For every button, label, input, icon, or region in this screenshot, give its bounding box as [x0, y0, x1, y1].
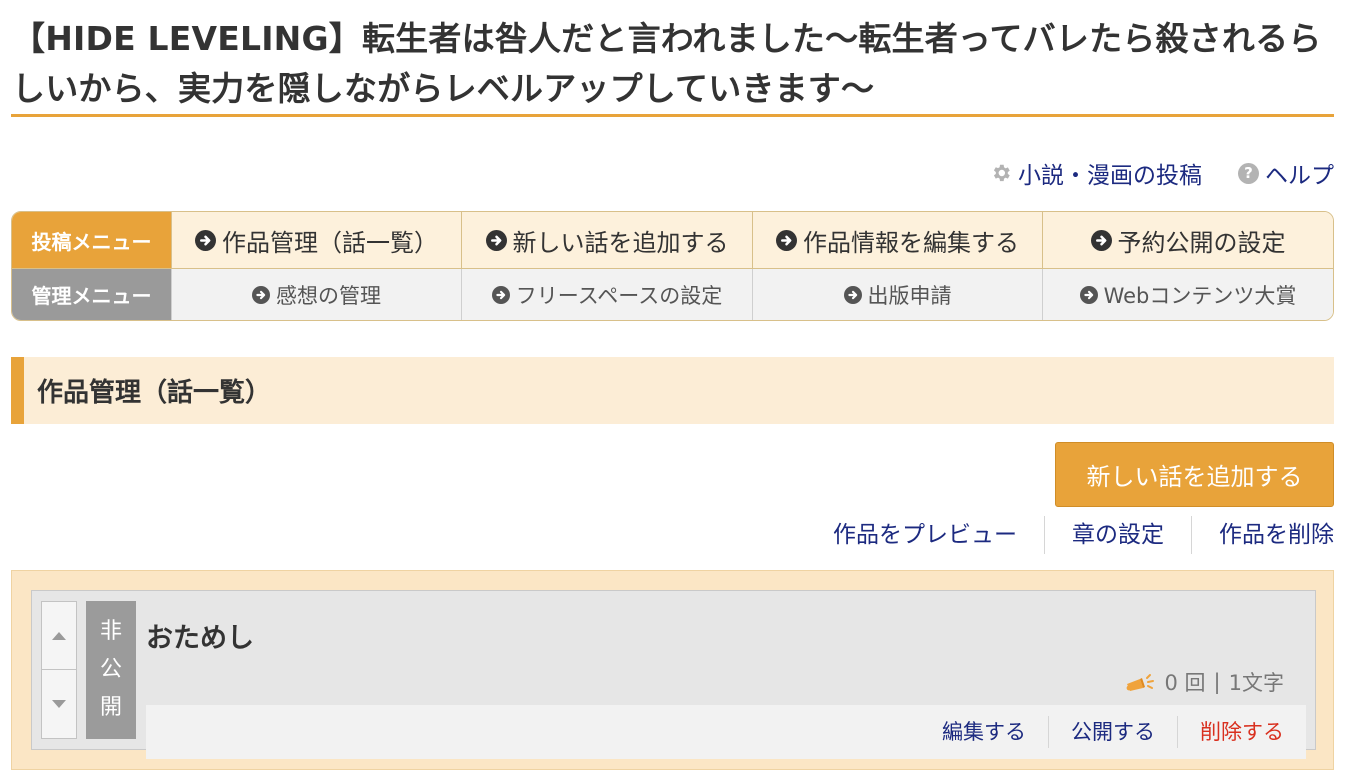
episode-list: 非 公 開 おためし 0 回 | 1文字 編集する 公開する 削除する — [11, 570, 1334, 770]
reorder-control — [41, 601, 77, 739]
menu-publication-request[interactable]: 出版申請 — [752, 269, 1042, 320]
move-up-button[interactable] — [42, 602, 76, 670]
episode-item: 非 公 開 おためし 0 回 | 1文字 編集する 公開する 削除する — [31, 590, 1316, 759]
title-underline — [11, 114, 1334, 117]
post-menu-row: 投稿メニュー 作品管理（話一覧） 新しい話を追加する 作品情報を編集する 予約公… — [12, 212, 1333, 269]
work-action-links: 作品をプレビュー 章の設定 作品を削除 — [806, 516, 1334, 554]
post-novel-manga-link[interactable]: 小説・漫画の投稿 — [990, 156, 1202, 190]
status-char: 開 — [99, 695, 122, 720]
arrow-right-icon — [491, 285, 510, 304]
status-badge: 非 公 開 — [86, 601, 136, 739]
menu-web-content-award[interactable]: Webコンテンツ大賞 — [1042, 269, 1333, 320]
menu-add-episode-label: 新しい話を追加する — [512, 228, 729, 257]
arrow-right-icon — [843, 285, 862, 304]
section-heading: 作品管理（話一覧） — [11, 357, 1334, 424]
preview-work-link[interactable]: 作品をプレビュー — [806, 516, 1044, 554]
manage-menu-row: 管理メニュー 感想の管理 フリースペースの設定 出版申請 Webコンテンツ大賞 — [12, 269, 1333, 320]
menu-free-space-label: フリースペースの設定 — [515, 283, 723, 308]
post-menu-header: 投稿メニュー — [12, 212, 171, 268]
stats-separator: | — [1213, 670, 1221, 694]
arrow-right-icon — [485, 229, 507, 251]
triangle-down-icon — [52, 700, 66, 708]
gear-icon — [993, 164, 1010, 182]
delete-episode-link[interactable]: 削除する — [1177, 716, 1284, 748]
megaphone-icon — [1126, 674, 1154, 691]
episode-title: おためし — [146, 623, 254, 654]
menu-table: 投稿メニュー 作品管理（話一覧） 新しい話を追加する 作品情報を編集する 予約公… — [11, 211, 1334, 321]
chapter-settings-link[interactable]: 章の設定 — [1044, 516, 1191, 554]
pv-count: 0 回 — [1164, 671, 1206, 695]
menu-comments-label: 感想の管理 — [276, 283, 381, 308]
menu-episode-list-label: 作品管理（話一覧） — [222, 228, 438, 257]
arrow-right-icon — [252, 285, 270, 304]
arrow-right-icon — [776, 229, 797, 251]
page-title: 【HIDE LEVELING】転生者は咎人だと言われました〜転生者ってバレたら殺… — [12, 19, 1322, 108]
episode-stats: 0 回 | 1文字 — [1125, 667, 1284, 697]
menu-scheduled-publish-label: 予約公開の設定 — [1117, 228, 1286, 257]
menu-scheduled-publish[interactable]: 予約公開の設定 — [1042, 212, 1333, 268]
add-episode-button[interactable]: 新しい話を追加する — [1055, 442, 1334, 507]
help-link[interactable]: ? ヘルプ — [1238, 156, 1334, 190]
status-char: 非 — [99, 619, 122, 644]
menu-comments[interactable]: 感想の管理 — [171, 269, 461, 320]
menu-episode-list[interactable]: 作品管理（話一覧） — [171, 212, 461, 268]
menu-add-episode[interactable]: 新しい話を追加する — [461, 212, 752, 268]
episode-actions: 編集する 公開する 削除する — [146, 705, 1306, 759]
char-count: 1文字 — [1228, 671, 1284, 695]
arrow-right-icon — [1079, 285, 1098, 304]
top-links: 小説・漫画の投稿 ? ヘルプ — [990, 156, 1334, 190]
manage-menu-header: 管理メニュー — [12, 269, 171, 320]
delete-work-link[interactable]: 作品を削除 — [1191, 516, 1334, 554]
status-char: 公 — [99, 657, 122, 682]
menu-publication-request-label: 出版申請 — [867, 283, 952, 308]
menu-web-content-award-label: Webコンテンツ大賞 — [1103, 283, 1297, 308]
menu-free-space[interactable]: フリースペースの設定 — [461, 269, 752, 320]
menu-edit-work-info-label: 作品情報を編集する — [803, 228, 1019, 257]
arrow-right-icon — [195, 229, 216, 251]
triangle-up-icon — [52, 631, 66, 640]
post-novel-manga-label: 小説・漫画の投稿 — [1018, 163, 1202, 189]
move-down-button[interactable] — [42, 670, 76, 738]
publish-episode-link[interactable]: 公開する — [1048, 716, 1177, 748]
edit-episode-link[interactable]: 編集する — [920, 716, 1048, 748]
arrow-right-icon — [1090, 229, 1112, 251]
help-label: ヘルプ — [1265, 163, 1334, 189]
menu-edit-work-info[interactable]: 作品情報を編集する — [752, 212, 1042, 268]
question-icon: ? — [1238, 162, 1259, 184]
